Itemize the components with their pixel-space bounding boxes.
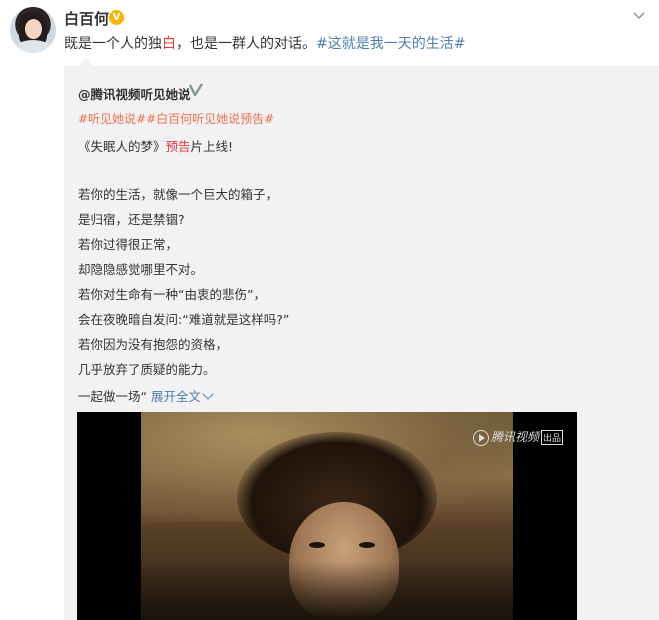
chevron-down-icon[interactable] xyxy=(631,8,647,24)
post-text: 既是一个人的独白，也是一群人的对话。#这就是我一天的生活# xyxy=(64,33,465,53)
line-part: 片上线! xyxy=(190,139,234,154)
post-text-red: 白 xyxy=(162,36,176,52)
avatar[interactable] xyxy=(10,7,56,53)
play-logo-icon xyxy=(472,429,489,446)
watermark-text: 腾讯视频 xyxy=(490,430,539,444)
repost-line: 几乎放弃了质疑的能力。 xyxy=(78,362,216,377)
repost-line: 是归宿，还是禁锢? xyxy=(78,212,185,227)
repost-box: @腾讯视频听见她说 #听见她说##白百何听见她说预告# 《失眠人的梦》预告片上线… xyxy=(64,58,659,620)
post-topic-link[interactable]: #这就是我一天的生活# xyxy=(316,36,465,52)
repost-line: 若你因为没有抱怨的资格， xyxy=(78,337,229,352)
line-red: 预告 xyxy=(165,139,191,154)
repost-line: 若你过得很正常， xyxy=(78,237,179,252)
expand-label: 展开全文 xyxy=(150,389,201,404)
video-watermark: 腾讯视频 出品 xyxy=(472,428,563,446)
repost-line: 会在夜晚暗自发问:“难道就是这样吗?” xyxy=(78,312,290,327)
repost-last-line: 一起做一场“ 展开全文 xyxy=(78,386,214,405)
repost-line: 却隐隐感觉哪里不对。 xyxy=(78,262,204,277)
video-shadow xyxy=(141,562,513,620)
post-text-part: 既是一个人的独 xyxy=(64,36,162,52)
repost-username[interactable]: @腾讯视频听见她说 xyxy=(78,84,191,103)
watermark-tag: 出品 xyxy=(540,430,563,445)
chevron-down-icon xyxy=(202,388,214,400)
video-player[interactable]: 腾讯视频 出品 xyxy=(77,412,577,620)
video-eye xyxy=(309,542,325,548)
blue-verified-icon xyxy=(188,83,204,97)
avatar-face xyxy=(25,19,42,39)
expand-full-text-link[interactable]: 展开全文 xyxy=(150,388,214,404)
line-part: 一起做一场“ xyxy=(78,389,147,404)
repost-topics[interactable]: #听见她说##白百何听见她说预告# xyxy=(78,110,274,127)
verified-v-icon: V xyxy=(109,10,124,25)
repost-line: 若你对生命有一种“由衷的悲伤”， xyxy=(78,287,266,302)
repost-line: 《失眠人的梦》预告片上线! xyxy=(78,136,233,155)
line-part: 《失眠人的梦》 xyxy=(78,139,166,154)
repost-line: 若你的生活，就像一个巨大的箱子， xyxy=(78,187,279,202)
username[interactable]: 白百何 xyxy=(64,8,109,29)
avatar-body xyxy=(14,40,52,53)
post-text-part: ，也是一群人的对话。 xyxy=(176,36,316,52)
video-eye xyxy=(359,542,375,548)
